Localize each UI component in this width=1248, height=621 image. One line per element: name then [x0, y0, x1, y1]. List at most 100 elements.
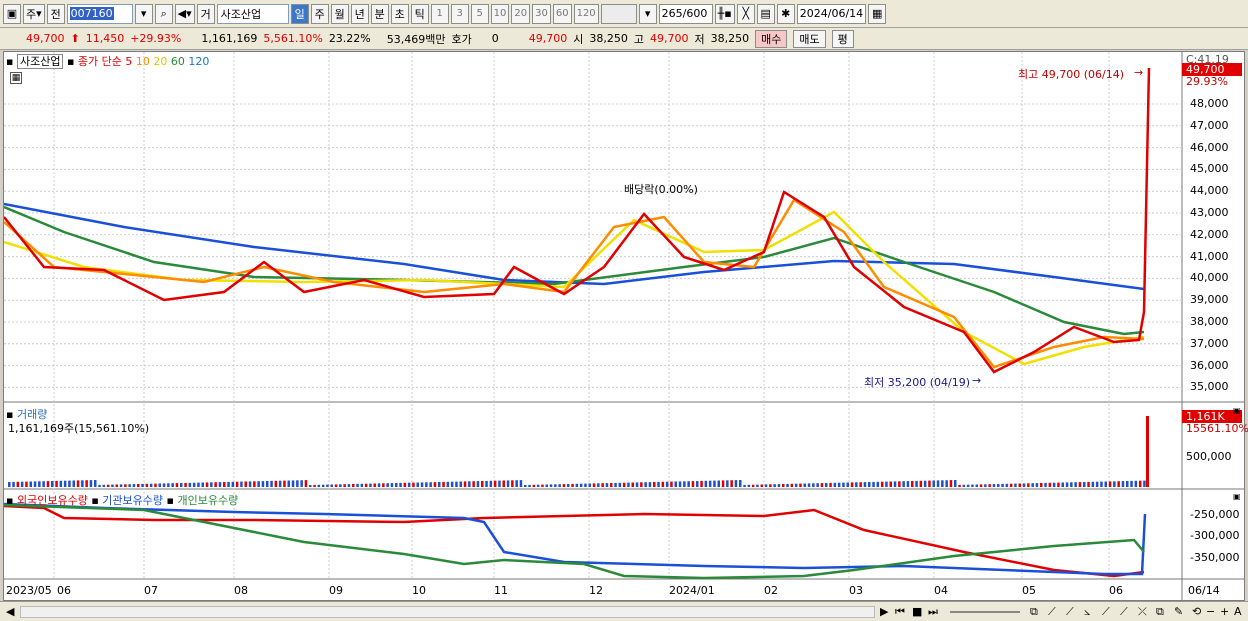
interval-5-label: 5	[476, 8, 483, 19]
legend-institution: 기관보유수량	[102, 494, 164, 507]
buy-button[interactable]: 매수	[755, 29, 788, 48]
volume-bar	[119, 484, 123, 487]
volume-bar	[141, 483, 144, 487]
volume-value: 1,161,169주(15,561.10%)	[8, 422, 150, 435]
volume-bar	[631, 482, 634, 487]
stock-name-field[interactable]: 사조산업	[216, 3, 289, 24]
holdings-close-icon[interactable]: ▣	[1233, 492, 1241, 501]
legend-ma-label: 종가 단순	[77, 55, 122, 68]
volume-bar	[416, 482, 419, 487]
speaker-icon[interactable]: ◀▾	[174, 3, 195, 24]
prev-label: 전	[50, 7, 61, 21]
x-axis-label: 05	[1022, 584, 1036, 597]
interval-60-label: 60	[555, 8, 569, 19]
scroll-left-icon[interactable]: ◀	[6, 605, 14, 618]
interval-20[interactable]: 20	[511, 3, 531, 24]
pen-icon[interactable]: ✎	[1174, 605, 1183, 618]
period-minute[interactable]: 분	[370, 3, 389, 24]
volume-bar	[498, 480, 501, 487]
restore-icon[interactable]: ⟲	[1192, 605, 1201, 618]
zoom-out-icon[interactable]: −	[1206, 605, 1215, 618]
interval-custom-input[interactable]	[600, 3, 637, 24]
stock-code-input[interactable]: 007160	[66, 3, 133, 24]
interval-1[interactable]: 1	[430, 3, 449, 24]
low-annotation: 최저 35,200 (04/19)	[864, 376, 971, 389]
volume-bar	[584, 483, 587, 487]
stop-icon[interactable]: ■	[912, 605, 922, 618]
volume-bar	[304, 480, 308, 487]
volume-bar	[988, 484, 991, 487]
volume-bar	[197, 482, 200, 487]
scroll-right-icon[interactable]: ▶	[880, 605, 888, 618]
chart-area[interactable]: ▪ 사조산업 ▪ 종가 단순 5 10 20 60 120 ▦ 최고 49,70…	[3, 51, 1248, 601]
volume-close-icon[interactable]: ▣	[1233, 406, 1241, 415]
interval-10[interactable]: 10	[490, 3, 510, 24]
angle-tool-icon[interactable]: ⦣	[1084, 605, 1090, 619]
copy-icon[interactable]: ⧉	[1156, 605, 1164, 619]
search-icon[interactable]: ⌕	[154, 3, 173, 24]
channel-tool-icon[interactable]: ⟋	[1102, 605, 1110, 619]
rewind-icon[interactable]: ⏮	[895, 605, 905, 619]
save-icon[interactable]: ▤	[756, 3, 775, 24]
interval-5[interactable]: 5	[470, 3, 489, 24]
exchange-button[interactable]: 거	[196, 3, 215, 24]
calendar-icon[interactable]: ▦	[868, 3, 887, 24]
zoom-slider[interactable]	[950, 611, 1020, 613]
date-input[interactable]: 2024/06/14	[796, 3, 867, 24]
bar-count-field[interactable]: 265/600	[658, 3, 713, 24]
period-week[interactable]: 주	[310, 3, 329, 24]
line-tool-icon[interactable]: ╳	[736, 3, 755, 24]
volume-bar	[610, 483, 613, 487]
sell-button[interactable]: 매도	[793, 29, 826, 48]
volume-bar	[614, 482, 617, 487]
font-icon[interactable]: A	[1234, 605, 1242, 618]
interval-3[interactable]: 3	[450, 3, 469, 24]
code-dropdown-icon[interactable]: ▾	[134, 3, 153, 24]
period-second[interactable]: 초	[390, 3, 409, 24]
fib-tool-icon[interactable]: ⟋	[1066, 605, 1074, 619]
type-select[interactable]: 주 ▾	[23, 3, 45, 24]
volume-bar	[665, 481, 669, 487]
pct-tag: 29.93%	[1186, 75, 1228, 88]
period-month[interactable]: 월	[330, 3, 349, 24]
table-icon[interactable]: ▦	[10, 72, 22, 84]
eval-button[interactable]: 평	[831, 29, 854, 48]
window-icon[interactable]: ▣	[3, 3, 21, 24]
period-year[interactable]: 년	[350, 3, 369, 24]
high-annotation: 최고 49,700 (06/14)	[1018, 68, 1125, 81]
x-axis-label: 07	[144, 584, 158, 597]
volume-bar	[313, 484, 316, 487]
volume-bar	[205, 482, 209, 487]
volume-bar	[769, 484, 772, 487]
volume-bar	[167, 483, 170, 487]
period-day[interactable]: 일	[290, 3, 309, 24]
interval-30[interactable]: 30	[532, 3, 551, 24]
volume-bar	[958, 484, 961, 487]
period-tick-label: 틱	[414, 7, 425, 21]
volume-bar	[420, 482, 424, 487]
scrollbar-track[interactable]	[20, 606, 875, 618]
volume-bar	[274, 480, 278, 487]
volume-bar	[1022, 483, 1026, 487]
cross-tool-icon[interactable]: ⤫	[1138, 605, 1147, 619]
candle-type-icon[interactable]: ╫▪	[714, 3, 735, 24]
period-tick[interactable]: 틱	[410, 3, 429, 24]
zoom-in-icon[interactable]: +	[1220, 605, 1229, 618]
volume-bar	[459, 481, 462, 487]
interval-30-label: 30	[535, 8, 548, 19]
volume-bar	[347, 484, 351, 487]
layout-icon[interactable]: ⧉	[1030, 605, 1038, 619]
prev-button[interactable]: 전	[46, 3, 65, 24]
interval-60[interactable]: 60	[552, 3, 572, 24]
trend-tool-icon[interactable]: ⟋	[1120, 605, 1128, 619]
fast-forward-icon[interactable]: ⏭	[928, 605, 938, 619]
draw-tool-icon[interactable]: ⟋	[1048, 605, 1056, 619]
volume-bar	[975, 484, 978, 487]
volume-bar	[992, 484, 996, 487]
volume-bar	[932, 480, 935, 487]
interval-120[interactable]: 120	[573, 3, 599, 24]
x-axis-label: 2023/05	[6, 584, 52, 597]
volume-bar	[747, 484, 751, 487]
interval-dropdown-icon[interactable]: ▾	[638, 3, 657, 24]
gear-icon[interactable]: ✱	[776, 3, 795, 24]
